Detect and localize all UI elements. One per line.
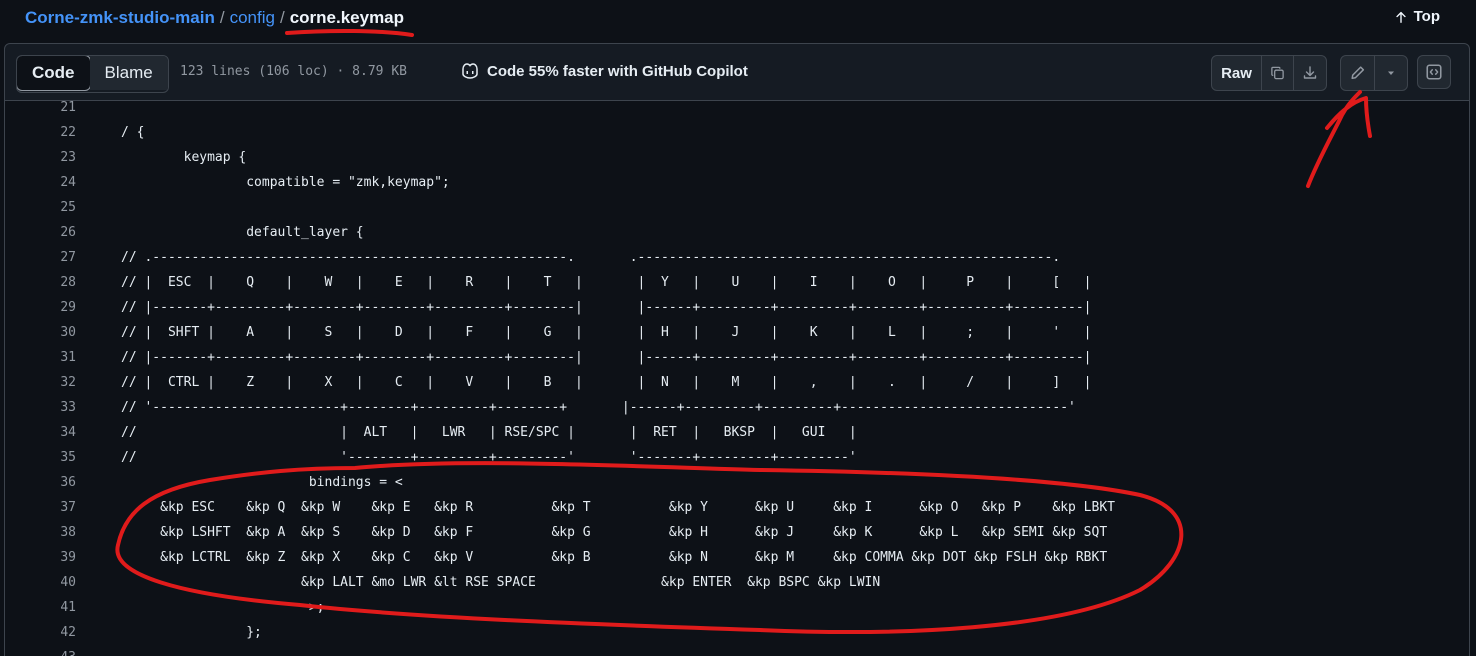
line-content: // | CTRL | Z | X | C | V | B | | N | M … <box>121 375 1092 390</box>
line-number[interactable]: 39 <box>5 545 76 570</box>
code-line: 26 default_layer { <box>5 220 1465 245</box>
line-number[interactable]: 30 <box>5 320 76 345</box>
breadcrumb-repo-link[interactable]: Corne-zmk-studio-main <box>25 8 215 27</box>
line-content: keymap { <box>121 150 247 165</box>
tab-code[interactable]: Code <box>16 56 91 91</box>
file-view: Corne-zmk-studio-main / config / corne.keyma… <box>0 0 1476 656</box>
download-icon <box>1303 66 1317 79</box>
line-content: >; <box>121 600 325 615</box>
line-content: bindings = < <box>121 475 403 490</box>
code-line: 39 &kp LCTRL &kp Z &kp X &kp C &kp V &kp… <box>5 545 1465 570</box>
line-number[interactable]: 43 <box>5 645 76 656</box>
breadcrumb: Corne-zmk-studio-main / config / corne.keyma… <box>25 7 404 29</box>
line-number[interactable]: 42 <box>5 620 76 645</box>
code-line: 35 // '--------+---------+---------' '---… <box>5 445 1465 470</box>
line-number[interactable]: 26 <box>5 220 76 245</box>
file-header: Code Blame 123 lines (106 loc) · 8.79 KB… <box>4 43 1470 101</box>
line-number[interactable]: 21 <box>5 95 76 120</box>
code-line: 34 // | ALT | LWR | RSE/SPC | | RET | BKS… <box>5 420 1465 445</box>
code-line: 38 &kp LSHFT &kp A &kp S &kp D &kp F &kp… <box>5 520 1465 545</box>
code-line: 32 // | CTRL | Z | X | C | V | B | | N | … <box>5 370 1465 395</box>
copy-button[interactable] <box>1262 56 1294 90</box>
code-line: 27 // .----------------------------------… <box>5 245 1465 270</box>
code-line: 43 <box>5 645 1465 656</box>
code-line: 31 // |-------+---------+--------+-------… <box>5 345 1465 370</box>
code-line: 28 // | ESC | Q | W | E | R | T | | Y | U… <box>5 270 1465 295</box>
line-content: // |-------+---------+--------+--------+… <box>121 300 1092 315</box>
top-link-label: Top <box>1413 8 1440 25</box>
line-number[interactable]: 31 <box>5 345 76 370</box>
triangle-down-icon <box>1388 71 1394 75</box>
symbols-button[interactable] <box>1417 55 1451 89</box>
line-content: &kp LSHFT &kp A &kp S &kp D &kp F &kp G … <box>121 525 1108 540</box>
line-number[interactable]: 27 <box>5 245 76 270</box>
line-content: // |-------+---------+--------+--------+… <box>121 350 1092 365</box>
edit-group <box>1340 55 1408 91</box>
line-content: &kp LALT &mo LWR &lt RSE SPACE &kp ENTER… <box>121 575 881 590</box>
code-line: 33 // '------------------------+--------+… <box>5 395 1465 420</box>
code-line: 21 <box>5 95 1465 120</box>
code-line: 41 >; <box>5 595 1465 620</box>
raw-button[interactable]: Raw <box>1212 56 1262 90</box>
file-actions-group: Raw <box>1211 55 1327 91</box>
line-number[interactable]: 33 <box>5 395 76 420</box>
line-number[interactable]: 22 <box>5 120 76 145</box>
code-square-icon <box>1426 64 1442 80</box>
line-number[interactable]: 24 <box>5 170 76 195</box>
code-line: 25 <box>5 195 1465 220</box>
line-content: &kp ESC &kp Q &kp W &kp E &kp R &kp T &k… <box>121 500 1115 515</box>
code-line: 40 &kp LALT &mo LWR &lt RSE SPACE &kp EN… <box>5 570 1465 595</box>
copy-icon <box>1271 66 1284 80</box>
copilot-promo[interactable]: Code 55% faster with GitHub Copilot <box>460 62 748 80</box>
line-number[interactable]: 32 <box>5 370 76 395</box>
line-content: // | SHFT | A | S | D | F | G | | H | J … <box>121 325 1092 340</box>
line-number[interactable]: 29 <box>5 295 76 320</box>
code-view: 21 22/ { 23 keymap { 24 compatible = "zm… <box>4 100 1470 656</box>
breadcrumb-file-name: corne.keymap <box>289 8 405 27</box>
view-toggle: Code Blame <box>16 55 169 93</box>
code-line: 42 }; <box>5 620 1465 645</box>
line-number[interactable]: 34 <box>5 420 76 445</box>
code-line: 23 keymap { <box>5 145 1465 170</box>
line-number[interactable]: 36 <box>5 470 76 495</box>
line-content: / { <box>121 125 145 140</box>
line-number[interactable]: 35 <box>5 445 76 470</box>
line-number[interactable]: 37 <box>5 495 76 520</box>
breadcrumb-bar: Corne-zmk-studio-main / config / corne.keyma… <box>0 0 1476 38</box>
code-line: 24 compatible = "zmk,keymap"; <box>5 170 1465 195</box>
breadcrumb-folder-link[interactable]: config <box>230 8 275 27</box>
line-content: // '------------------------+--------+--… <box>121 400 1076 415</box>
code-line: 22 / { <box>5 120 1465 145</box>
top-link[interactable]: Top <box>1394 8 1440 25</box>
download-button[interactable] <box>1294 56 1326 90</box>
line-content: default_layer { <box>121 225 364 240</box>
edit-more-button[interactable] <box>1375 56 1407 90</box>
tab-blame[interactable]: Blame <box>89 56 168 90</box>
line-number[interactable]: 25 <box>5 195 76 220</box>
breadcrumb-separator: / <box>279 8 285 27</box>
line-content: compatible = "zmk,keymap"; <box>121 175 450 190</box>
line-content: // '--------+---------+---------' '-----… <box>121 450 857 465</box>
code-line: 37 &kp ESC &kp Q &kp W &kp E &kp R &kp T… <box>5 495 1465 520</box>
code-line: 29 // |-------+---------+--------+-------… <box>5 295 1465 320</box>
copilot-icon <box>462 63 478 79</box>
code-line: 30 // | SHFT | A | S | D | F | G | | H | … <box>5 320 1465 345</box>
edit-file-button[interactable] <box>1341 56 1375 90</box>
line-content: // | ESC | Q | W | E | R | T | | Y | U |… <box>121 275 1092 290</box>
line-content: &kp LCTRL &kp Z &kp X &kp C &kp V &kp B … <box>121 550 1108 565</box>
line-number[interactable]: 28 <box>5 270 76 295</box>
code-line: 36 bindings = < <box>5 470 1465 495</box>
breadcrumb-separator: / <box>219 8 225 27</box>
pencil-icon <box>1351 66 1365 80</box>
line-number[interactable]: 38 <box>5 520 76 545</box>
line-content: }; <box>121 625 262 640</box>
arrow-up-icon <box>1395 11 1406 23</box>
line-number[interactable]: 41 <box>5 595 76 620</box>
file-meta: 123 lines (106 loc) · 8.79 KB <box>180 64 407 79</box>
copilot-label: Code 55% faster with GitHub Copilot <box>487 62 748 80</box>
line-content: // | ALT | LWR | RSE/SPC | | RET | BKSP … <box>121 425 857 440</box>
line-number[interactable]: 40 <box>5 570 76 595</box>
line-content: // .------------------------------------… <box>121 250 1061 265</box>
line-number[interactable]: 23 <box>5 145 76 170</box>
